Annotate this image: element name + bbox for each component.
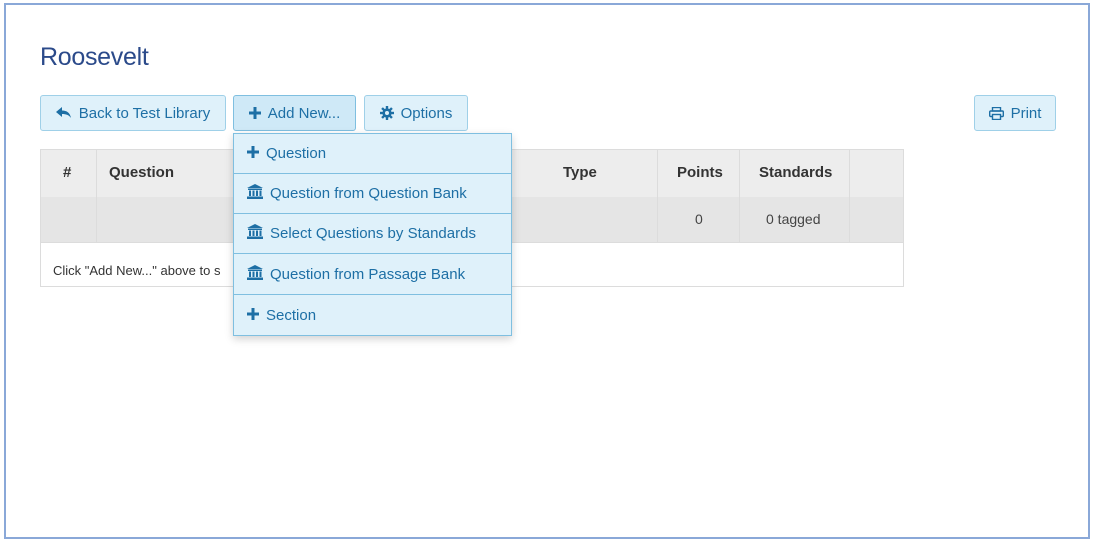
menu-item-label: Question from Question Bank <box>270 185 467 202</box>
print-label: Print <box>1010 104 1042 122</box>
gear-icon <box>379 106 394 120</box>
plus-icon <box>248 107 261 119</box>
menu-item-label: Question <box>266 145 327 162</box>
print-button[interactable]: Print <box>974 95 1056 131</box>
menu-item-select-questions-by-standards[interactable]: Select Questions by Standards <box>234 214 511 254</box>
bank-icon <box>247 224 263 243</box>
printer-icon <box>988 106 1004 120</box>
column-header-points: Points <box>677 164 723 181</box>
column-divider <box>739 150 740 242</box>
row-points: 0 <box>695 211 703 227</box>
back-to-test-library-button[interactable]: Back to Test Library <box>40 95 226 131</box>
row-standards: 0 tagged <box>766 211 821 227</box>
column-divider <box>657 150 658 242</box>
column-header-type: Type <box>563 164 597 181</box>
menu-item-question-from-passage-bank[interactable]: Question from Passage Bank <box>234 255 511 295</box>
reply-arrow-icon <box>55 107 72 119</box>
column-header-standards: Standards <box>759 164 833 181</box>
menu-item-label: Section <box>266 306 317 324</box>
plus-icon <box>247 307 259 324</box>
bank-icon <box>247 265 263 284</box>
column-header-number: # <box>63 164 72 181</box>
menu-item-label: Select Questions by Standards <box>270 225 476 242</box>
empty-table-message: Click "Add New..." above to s <box>53 263 221 278</box>
add-new-button[interactable]: Add New... <box>233 95 356 131</box>
options-label: Options <box>400 104 453 122</box>
column-header-question: Question <box>109 164 175 181</box>
menu-item-question-from-question-bank[interactable]: Question from Question Bank <box>234 174 511 214</box>
column-divider <box>96 150 97 242</box>
bank-icon <box>247 184 263 203</box>
column-divider <box>849 150 850 242</box>
add-new-dropdown-menu: Question Question from Question Bank Sel… <box>233 133 512 336</box>
page-title: Roosevelt <box>40 43 149 71</box>
menu-item-section[interactable]: Section <box>234 295 511 335</box>
menu-item-question[interactable]: Question <box>234 134 511 174</box>
plus-icon <box>247 145 259 162</box>
options-button[interactable]: Options <box>364 95 468 131</box>
menu-item-label: Question from Passage Bank <box>270 266 466 283</box>
back-button-label: Back to Test Library <box>78 104 211 122</box>
add-new-label: Add New... <box>267 104 341 122</box>
